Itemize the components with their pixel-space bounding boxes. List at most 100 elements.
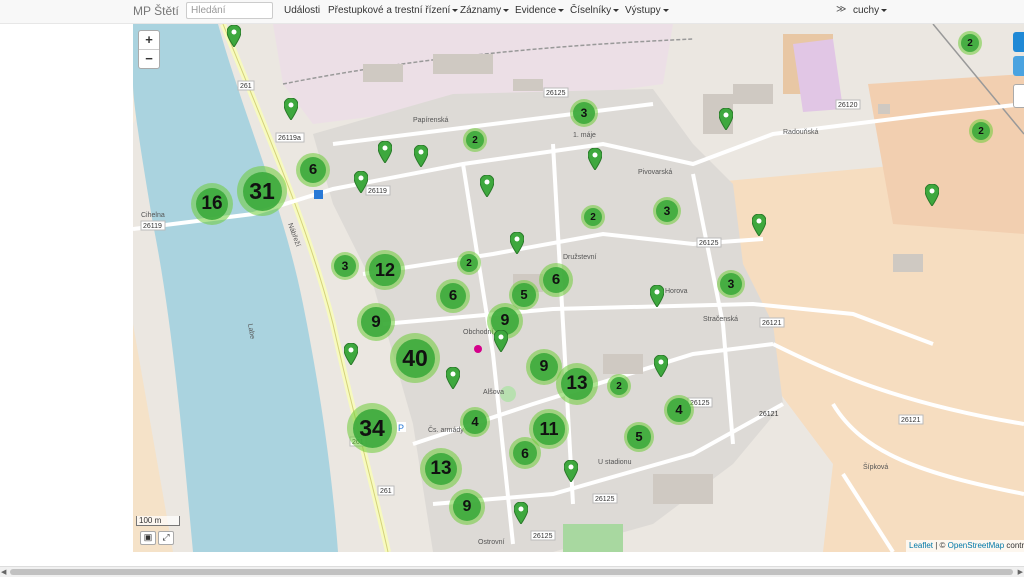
chevron-down-icon [558, 8, 565, 12]
road-number: 26120 [838, 102, 858, 109]
marker-cluster[interactable]: 9 [357, 303, 395, 341]
marker-cluster[interactable]: 13 [420, 448, 462, 490]
map-attribution: Leaflet | © OpenStreetMap contrib [906, 540, 1024, 552]
marker-cluster[interactable]: 6 [436, 279, 470, 313]
map-marker-icon[interactable] [284, 98, 298, 120]
marker-cluster[interactable]: 12 [365, 250, 405, 290]
marker-cluster[interactable]: 3 [331, 252, 359, 280]
map-tool-button[interactable] [1013, 32, 1024, 52]
nav-ciselniky[interactable]: Číselníky [570, 5, 620, 16]
road-number: 26121 [759, 411, 779, 418]
street-label: Pivovarská [638, 169, 672, 176]
marker-cluster[interactable]: 2 [463, 128, 487, 152]
marker-cluster[interactable]: 6 [539, 263, 573, 297]
zoom-control: + − [138, 30, 160, 69]
map-marker-icon[interactable] [494, 330, 508, 352]
marker-cluster[interactable]: 16 [191, 183, 233, 225]
fullscreen-icon[interactable]: ⤢ [158, 531, 174, 545]
layers-icon[interactable] [1013, 84, 1024, 108]
map-marker-icon[interactable] [480, 175, 494, 197]
chevron-down-icon [662, 8, 669, 12]
horizontal-scrollbar[interactable]: ◀ ▶ [0, 566, 1024, 577]
map-marker-icon[interactable] [564, 460, 578, 482]
marker-cluster[interactable]: 3 [570, 99, 598, 127]
road-number: 26125 [699, 240, 719, 247]
street-label: Horova [665, 288, 688, 295]
road-number: 261 [240, 83, 252, 90]
user-menu[interactable]: cuchy [853, 5, 888, 16]
street-label: Stračenská [703, 316, 738, 323]
marker-cluster[interactable]: 31 [237, 166, 287, 216]
road-number: 26125 [595, 496, 615, 503]
svg-text:P: P [398, 423, 404, 433]
street-label: Čs. armády [428, 425, 464, 434]
chevron-down-icon [613, 8, 620, 12]
nav-vystupy[interactable]: Výstupy [625, 5, 669, 16]
search-input[interactable]: Hledání [186, 2, 273, 19]
marker-cluster[interactable]: 9 [449, 489, 485, 525]
map-marker-icon[interactable] [446, 367, 460, 389]
map-marker-icon[interactable] [344, 343, 358, 365]
road-number: 26121 [901, 417, 921, 424]
map-view[interactable]: Papírenská Cihelna 1. máje Pivovarská Ná… [133, 24, 1024, 552]
map-marker-icon[interactable] [414, 145, 428, 167]
nav-zaznamy[interactable]: Záznamy [460, 5, 510, 16]
image-export-icon[interactable]: ▣ [140, 531, 156, 545]
marker-cluster[interactable]: 4 [664, 395, 694, 425]
marker-cluster[interactable]: 5 [624, 422, 654, 452]
map-marker-icon[interactable] [378, 141, 392, 163]
chevron-down-icon [503, 8, 510, 12]
map-marker-icon[interactable] [719, 108, 733, 130]
marker-cluster[interactable]: 2 [958, 31, 982, 55]
street-label: Alšova [483, 389, 504, 396]
chevron-down-icon [881, 8, 888, 12]
marker-cluster[interactable]: 34 [347, 403, 397, 453]
map-marker-icon[interactable] [588, 148, 602, 170]
marker-cluster[interactable]: 2 [581, 205, 605, 229]
marker-cluster[interactable]: 3 [717, 270, 745, 298]
nav-evidence[interactable]: Evidence [515, 5, 565, 16]
road-number: 26119 [143, 223, 162, 230]
marker-cluster[interactable]: 13 [556, 363, 598, 405]
map-marker-icon[interactable] [514, 502, 528, 524]
marker-cluster[interactable]: 2 [457, 251, 481, 275]
marker-cluster[interactable]: 2 [607, 374, 631, 398]
nav-prestupkove-rizeni[interactable]: Přestupkové a trestní řízení [328, 5, 459, 16]
zoom-out-button[interactable]: − [139, 49, 159, 68]
leaflet-link[interactable]: Leaflet [909, 541, 933, 550]
map-marker-icon[interactable] [650, 285, 664, 307]
street-label: U stadionu [598, 459, 632, 466]
marker-cluster[interactable]: 2 [969, 119, 993, 143]
marker-cluster[interactable]: 40 [390, 333, 440, 383]
scrollbar-thumb[interactable] [10, 569, 1013, 575]
street-label: Družstevní [563, 254, 597, 261]
street-label: Papírenská [413, 117, 449, 124]
marker-cluster[interactable]: 3 [653, 197, 681, 225]
map-marker-icon[interactable] [654, 355, 668, 377]
map-marker-icon[interactable] [510, 232, 524, 254]
osm-link[interactable]: OpenStreetMap [948, 541, 1004, 550]
chevron-down-icon [452, 8, 459, 12]
scroll-left-icon[interactable]: ◀ [1, 568, 6, 576]
nav-udalosti[interactable]: Události [284, 5, 320, 16]
map-tool-button[interactable] [1013, 56, 1024, 76]
marker-cluster[interactable]: 4 [460, 407, 490, 437]
road-number: 26119 [368, 188, 387, 195]
top-navbar: MP Štětí Hledání Události Přestupkové a … [0, 0, 1024, 24]
street-label: Cihelna [141, 212, 165, 219]
zoom-in-button[interactable]: + [139, 31, 159, 49]
map-marker-icon[interactable] [354, 171, 368, 193]
double-chevron-down-icon[interactable]: ≫ [836, 4, 846, 15]
street-label: Radouňská [783, 129, 819, 136]
scale-bar: 100 m [136, 516, 180, 526]
marker-cluster[interactable]: 6 [296, 153, 330, 187]
app-brand[interactable]: MP Štětí [133, 4, 179, 18]
street-label: Šípková [863, 462, 888, 471]
marker-cluster[interactable]: 6 [509, 437, 541, 469]
scroll-right-icon[interactable]: ▶ [1018, 568, 1023, 576]
map-marker-icon[interactable] [925, 184, 939, 206]
map-marker-icon[interactable] [227, 25, 241, 47]
road-number: 26125 [546, 90, 566, 97]
map-marker-icon[interactable] [752, 214, 766, 236]
road-number: 26119a [278, 135, 301, 142]
